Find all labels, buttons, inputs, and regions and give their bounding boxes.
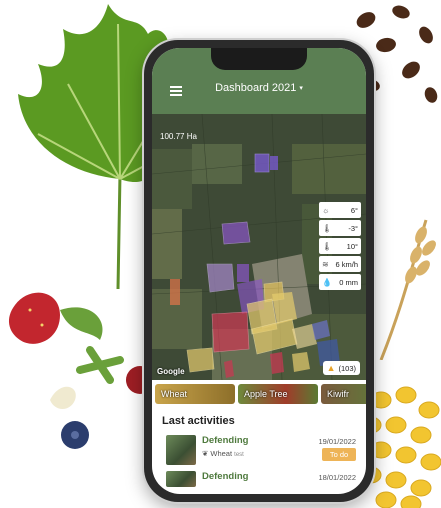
- crop-chip-label: Apple Tree: [244, 389, 288, 399]
- alerts-button[interactable]: ▲ (103): [322, 361, 360, 375]
- activity-crop: ❦ Wheat test: [202, 449, 244, 458]
- weather-row-rain: 💧 0 mm: [319, 274, 361, 290]
- activity-crop-name: Wheat: [210, 449, 233, 458]
- weather-row-min-temp: 🌡 -3°: [319, 220, 361, 236]
- alerts-count: (103): [338, 363, 356, 373]
- weather-value: 10°: [346, 241, 358, 251]
- thermometer-high-icon: 🌡: [322, 241, 333, 251]
- activity-thumbnail: [166, 471, 196, 487]
- map-attribution: Google: [157, 367, 185, 376]
- last-activities-title: Last activities: [162, 415, 235, 427]
- page-title: Dashboard 2021: [215, 82, 297, 94]
- weather-value: -3°: [348, 223, 358, 233]
- leaf-icon: ❦: [202, 449, 209, 458]
- berries-image: [8, 292, 154, 449]
- weather-row-max-temp: 🌡 10°: [319, 238, 361, 254]
- activity-date: 19/01/2022: [318, 437, 356, 446]
- wind-icon: ≋: [322, 259, 329, 269]
- weather-row-sun: ☼ 6°: [319, 202, 361, 218]
- thermometer-low-icon: 🌡: [322, 223, 333, 233]
- sun-icon: ☼: [322, 205, 330, 215]
- crop-chip-wheat[interactable]: Wheat: [155, 384, 235, 404]
- dashboard-year-selector[interactable]: Dashboard 2021 ▾: [152, 82, 366, 94]
- activity-tag: test: [234, 452, 244, 458]
- weather-value: 6 km/h: [335, 259, 358, 269]
- warning-icon: ▲: [326, 363, 336, 373]
- crop-chip-label: Kiwifr: [327, 389, 349, 399]
- weather-panel: ☼ 6° 🌡 -3° 🌡 10° ≋ 6 km/h 💧 0 mm: [319, 202, 361, 290]
- total-area-label: 100.77 Ha: [160, 132, 197, 141]
- activity-status-badge[interactable]: To do: [322, 448, 356, 461]
- activity-name: Defending: [202, 471, 249, 482]
- activity-thumbnail: [166, 435, 196, 465]
- activity-name: Defending: [202, 435, 249, 446]
- crop-filter-bar: Wheat Apple Tree Kiwifr: [152, 384, 366, 406]
- app-screen: Dashboard 2021 ▾ 100.77 Ha ☼ 6° 🌡 -3° 🌡 …: [152, 48, 366, 494]
- activity-item[interactable]: Defending 18/01/2022: [152, 469, 366, 494]
- chevron-down-icon: ▾: [299, 85, 303, 92]
- weather-row-wind: ≋ 6 km/h: [319, 256, 361, 272]
- weather-value: 6°: [350, 205, 358, 215]
- crop-chip-label: Wheat: [161, 389, 188, 399]
- crop-chip-kiwifruit[interactable]: Kiwifr: [321, 384, 366, 404]
- satellite-map[interactable]: 100.77 Ha ☼ 6° 🌡 -3° 🌡 10° ≋ 6 km/h 💧 0 …: [152, 114, 366, 380]
- wheat-ear-image: [379, 219, 436, 360]
- rain-drop-icon: 💧: [322, 277, 332, 287]
- activity-date: 18/01/2022: [318, 473, 356, 482]
- phone-notch: [211, 48, 307, 70]
- crop-chip-apple-tree[interactable]: Apple Tree: [238, 384, 318, 404]
- phone-frame: Dashboard 2021 ▾ 100.77 Ha ☼ 6° 🌡 -3° 🌡 …: [144, 40, 374, 502]
- weather-value: 0 mm: [339, 277, 358, 287]
